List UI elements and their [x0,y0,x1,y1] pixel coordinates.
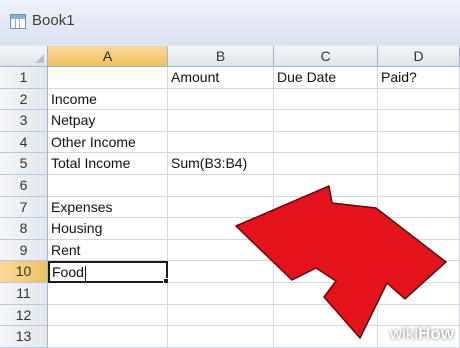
spreadsheet-window: Book1 A B C D 1 2 3 4 5 6 7 8 9 10 11 12… [0,0,460,348]
watermark: wikiHow [389,324,454,343]
arrow-shape [235,185,447,339]
red-arrow-pointer [235,185,447,339]
